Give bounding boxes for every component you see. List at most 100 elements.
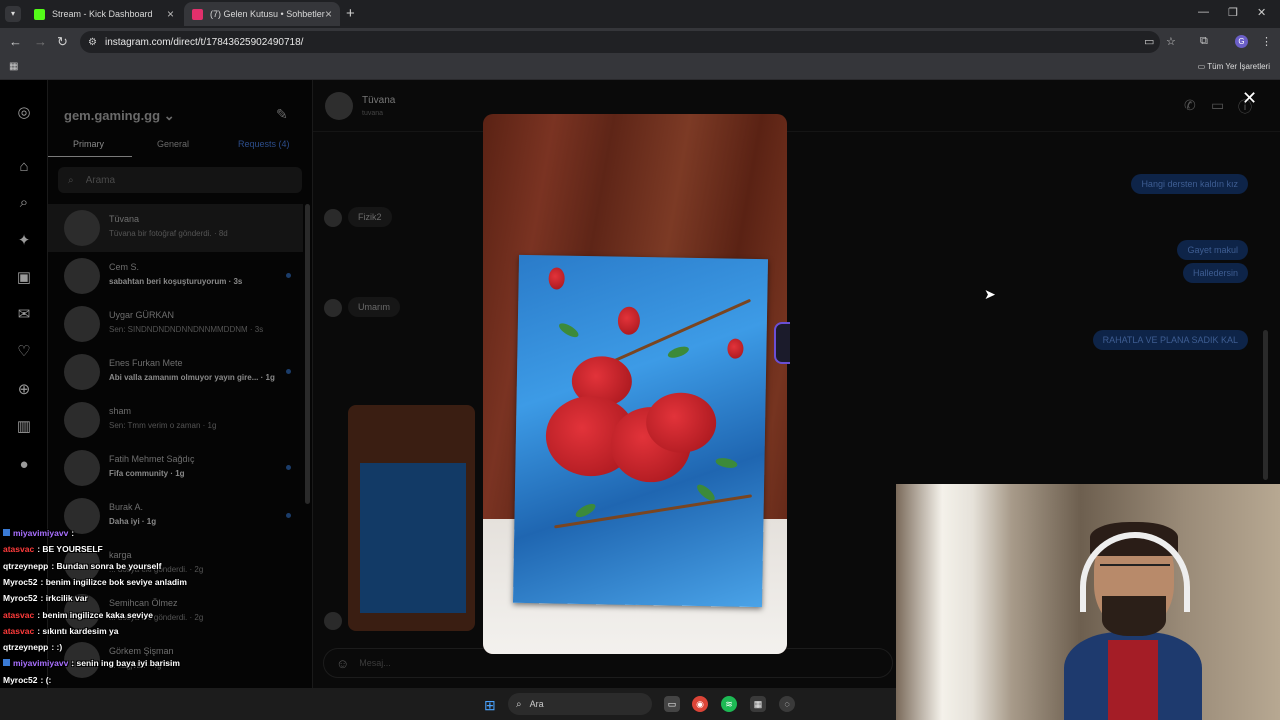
url-text: instagram.com/direct/t/17843625902490718… (104, 36, 304, 48)
conversation-item[interactable]: Uygar GÜRKAN Sen: SINDNDNDNDNNDNNMMDDNM … (48, 300, 303, 348)
apps-grid-icon[interactable]: ▦ (9, 61, 18, 72)
shared-photo-thumbnail[interactable] (348, 405, 475, 631)
search-icon[interactable]: ⌕ (15, 194, 33, 212)
painted-flower (727, 338, 744, 359)
chat-username: Myroc52 (3, 576, 38, 587)
message-bubble-outgoing: Hangi dersten kaldın kız (1131, 174, 1248, 194)
conversation-preview: Tüvana bir fotoğraf gönderdi. · 8d (109, 229, 228, 238)
site-info-icon[interactable]: ⚙ (88, 37, 97, 48)
conversation-name: sham (109, 406, 132, 416)
new-tab-button[interactable]: + (346, 5, 355, 22)
account-switcher[interactable]: gem.gaming.gg ⌄ (64, 108, 175, 124)
tab-primary[interactable]: Primary (73, 139, 104, 149)
tab-requests[interactable]: Requests (4) (238, 139, 290, 149)
dashboard-icon[interactable]: ▥ (15, 418, 33, 436)
instagram-logo-icon[interactable]: ◎ (15, 104, 33, 122)
chat-message: irkcilik var (45, 593, 88, 604)
home-icon[interactable]: ⌂ (15, 158, 33, 176)
notifications-icon[interactable]: ♡ (15, 343, 33, 361)
reels-icon[interactable]: ▣ (15, 269, 33, 287)
app-icon[interactable]: ◌ (779, 696, 795, 712)
back-icon[interactable]: ← (9, 34, 22, 49)
chat-username: miyavimiyavv (13, 658, 69, 669)
chat-message: benim ingilizce kaka seviye (42, 609, 153, 620)
spotify-icon[interactable]: ≋ (721, 696, 737, 712)
chat-scrollbar[interactable] (1263, 330, 1268, 480)
menu-icon[interactable]: ⋮ (1261, 35, 1272, 48)
message-bubble-incoming: Umarım (348, 297, 400, 317)
unread-dot (286, 513, 291, 518)
avatar (64, 258, 100, 294)
painted-flower (617, 306, 641, 335)
webcam-overlay (896, 484, 1280, 720)
search-box[interactable]: ⌕ (58, 167, 302, 193)
painted-pomegranate (645, 392, 717, 454)
close-window-icon[interactable]: ✕ (1257, 6, 1266, 19)
sender-avatar (324, 299, 342, 317)
chat-avatar[interactable] (325, 92, 353, 120)
conversation-preview: Daha iyi · 1g (109, 517, 157, 526)
search-input[interactable] (85, 174, 266, 186)
browser-toolbar: ← → ↻ ⚙ instagram.com/direct/t/178436259… (0, 28, 1280, 56)
inbox-scrollbar[interactable] (305, 204, 310, 504)
taskbar-search[interactable]: ⌕ Ara (508, 693, 652, 715)
explore-icon[interactable]: ✦ (15, 232, 33, 250)
extensions-icon[interactable]: ⧉ (1200, 35, 1208, 48)
chat-message: :) (56, 642, 63, 653)
tab-general[interactable]: General (157, 139, 189, 149)
reload-icon[interactable]: ↻ (57, 34, 68, 50)
browser-tab-instagram[interactable]: (7) Gelen Kutusu • Sohbetler × (184, 2, 340, 26)
chat-username: tuvana (362, 110, 384, 117)
address-bar[interactable]: ⚙ instagram.com/direct/t/178436259024907… (80, 31, 1160, 53)
minimize-icon[interactable]: — (1198, 6, 1209, 18)
close-tab-icon[interactable]: × (325, 7, 332, 21)
active-tab-underline (48, 156, 132, 157)
create-icon[interactable]: ⊕ (15, 381, 33, 399)
close-icon[interactable]: ✕ (1242, 88, 1257, 109)
chevron-down-icon: ⌄ (163, 108, 175, 123)
next-photo-button[interactable] (774, 322, 790, 364)
chat-message: Bundan sonra be yourself (56, 560, 162, 571)
chat-message: senin ing baya iyi barisim (76, 658, 180, 669)
chrome-icon[interactable]: ◉ (692, 696, 708, 712)
avatar (64, 450, 100, 486)
messages-icon[interactable]: ✉ (15, 306, 33, 324)
conversation-item[interactable]: Cem S. sabahtan beri koşuşturuyorum · 3s (48, 252, 303, 300)
conversation-item[interactable]: sham Sen: Tmm verim o zaman · 1g (48, 396, 303, 444)
message-input[interactable] (359, 658, 760, 668)
painted-leaf (666, 344, 691, 360)
browser-tab-kick[interactable]: Stream - Kick Dashboard × (26, 2, 182, 26)
chat-username: atasvac (3, 625, 35, 636)
close-tab-icon[interactable]: × (167, 7, 174, 21)
profile-avatar[interactable]: G (1235, 35, 1248, 48)
restore-icon[interactable]: ❐ (1228, 6, 1238, 19)
store-icon[interactable]: ▦ (750, 696, 766, 712)
tab-search-button[interactable]: ▾ (5, 6, 21, 22)
video-call-icon[interactable]: ▭ (1211, 97, 1224, 114)
conversation-item[interactable]: Tüvana Tüvana bir fotoğraf gönderdi. · 8… (48, 204, 303, 252)
photo-viewer-image (483, 114, 787, 654)
all-bookmarks-button[interactable]: ▭ Tüm Yer İşaretleri (1198, 62, 1270, 71)
conversation-item[interactable]: Fatih Mehmet Sağdıç Fifa community · 1g (48, 444, 303, 492)
conversation-item[interactable]: Enes Furkan Mete Abi valla zamanım olmuy… (48, 348, 303, 396)
bookmark-star-icon[interactable]: ☆ (1166, 35, 1176, 48)
windows-start-icon[interactable]: ⊞ (484, 697, 496, 714)
task-view-icon[interactable]: ▭ (664, 696, 680, 712)
profile-icon[interactable]: ● (15, 456, 33, 474)
avatar (64, 306, 100, 342)
forward-icon[interactable]: → (34, 34, 47, 49)
chat-header: Tüvana tuvana ✆ ▭ ⓘ (313, 80, 1280, 132)
painted-leaf (557, 320, 581, 340)
chat-badge-icon (3, 529, 10, 536)
compose-icon[interactable]: ✎ (276, 106, 288, 123)
avatar (64, 354, 100, 390)
chat-username: qtrzeynepp (3, 560, 49, 571)
phone-icon[interactable]: ✆ (1184, 97, 1196, 114)
stream-chat-line: Myroc52: irkcilik var (3, 593, 88, 603)
stream-chat-line: miyavimiyavv: senin ing baya iyi barisim (3, 658, 180, 668)
avatar (64, 402, 100, 438)
chat-message: benim ingilizce bok seviye anladim (45, 576, 187, 587)
conversation-name: Burak A. (109, 502, 144, 512)
chat-name[interactable]: Tüvana (362, 95, 395, 106)
cast-icon[interactable]: ▭ (1144, 35, 1154, 48)
